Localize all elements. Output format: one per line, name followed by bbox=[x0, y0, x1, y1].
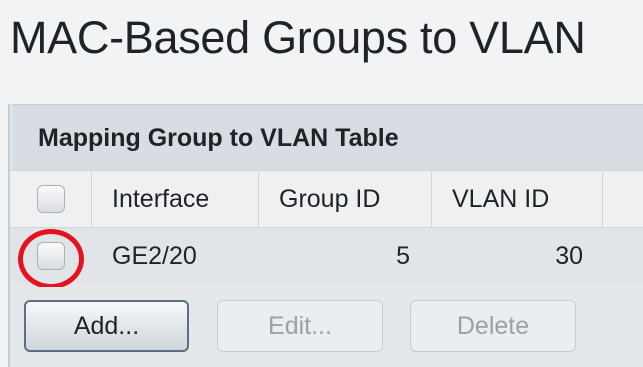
column-header-vlan-id[interactable]: VLAN ID bbox=[432, 171, 603, 227]
cell-group-id: 5 bbox=[396, 241, 410, 270]
cell-interface: GE2/20 bbox=[112, 241, 197, 270]
column-header-spacer bbox=[603, 171, 643, 227]
add-button[interactable]: Add... bbox=[24, 300, 189, 352]
column-header-interface[interactable]: Interface bbox=[92, 171, 259, 227]
select-all-checkbox[interactable] bbox=[36, 185, 65, 213]
panel-title: Mapping Group to VLAN Table bbox=[38, 124, 399, 152]
page-title: MAC-Based Groups to VLAN bbox=[10, 12, 586, 63]
table-row[interactable]: GE2/20 5 30 bbox=[10, 228, 643, 284]
edit-button[interactable]: Edit... bbox=[217, 300, 383, 352]
delete-button[interactable]: Delete bbox=[410, 300, 576, 352]
column-header-group-id[interactable]: Group ID bbox=[259, 171, 432, 227]
panel-header: Mapping Group to VLAN Table bbox=[12, 104, 643, 170]
table-toolbar: Add... Edit... Delete bbox=[10, 287, 643, 367]
cell-vlan-id: 30 bbox=[555, 241, 583, 270]
page: MAC-Based Groups to VLAN Mapping Group t… bbox=[0, 0, 643, 367]
row-select-cell bbox=[10, 228, 92, 284]
row-spacer bbox=[603, 228, 643, 284]
select-all-cell bbox=[10, 171, 92, 227]
row-select-checkbox[interactable] bbox=[37, 242, 65, 270]
table-header-row: Interface Group ID VLAN ID bbox=[10, 170, 643, 228]
